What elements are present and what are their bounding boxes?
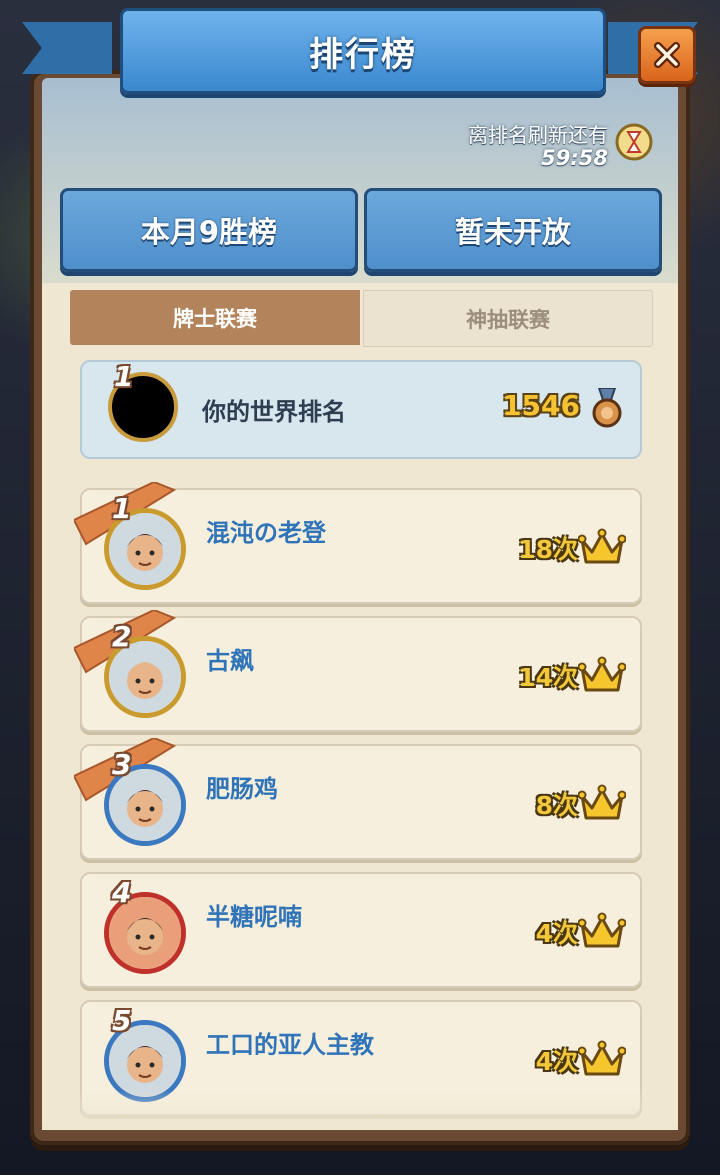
tab-paishi-league[interactable]: 牌士联赛 (70, 290, 360, 345)
player-name: 古飙 (206, 647, 254, 675)
player-name: 工口的亚人主教 (206, 1031, 374, 1059)
my-score: 1546 (502, 389, 580, 422)
not-yet-open-button[interactable]: 暂未开放 (364, 188, 662, 272)
refresh-countdown: 59:58 (541, 146, 608, 170)
medal-icon (592, 388, 622, 428)
hourglass-clock-icon (615, 123, 653, 161)
crown-icon (578, 784, 626, 820)
close-button[interactable] (638, 26, 696, 84)
my-rank-number: 1 (114, 360, 134, 393)
page-title: 排行榜 (309, 34, 417, 75)
rank-number: 2 (112, 620, 132, 653)
leaderboard-row[interactable]: 1 混沌の老登 18次 (74, 482, 642, 604)
rank-number: 5 (112, 1004, 132, 1037)
rank-number: 3 (112, 748, 132, 781)
rank-number: 4 (112, 876, 132, 909)
list-fade (42, 1090, 678, 1130)
close-icon (654, 42, 680, 68)
my-rank-label: 你的世界排名 (202, 398, 346, 426)
crown-icon (578, 528, 626, 564)
win-count: 18次 (518, 535, 578, 564)
crown-icon (578, 1040, 626, 1076)
win-count: 4次 (535, 919, 578, 948)
monthly-9-win-board-button[interactable]: 本月9胜榜 (60, 188, 358, 272)
rank-number: 1 (112, 492, 132, 525)
crown-icon (578, 912, 626, 948)
player-name: 肥肠鸡 (206, 775, 278, 803)
refresh-label: 离排名刷新还有 (468, 123, 608, 147)
win-count: 4次 (535, 1047, 578, 1076)
leaderboard-row[interactable]: 3 肥肠鸡 8次 (74, 738, 642, 860)
leaderboard-row[interactable]: 4 半糖呢喃 4次 (80, 872, 642, 988)
leaderboard-row[interactable]: 2 古飙 14次 (74, 610, 642, 732)
player-name: 混沌の老登 (206, 519, 326, 547)
tab-shenchou-league[interactable]: 神抽联赛 (363, 290, 653, 347)
win-count: 8次 (535, 791, 578, 820)
player-name: 半糖呢喃 (206, 903, 302, 931)
crown-icon (578, 656, 626, 692)
win-count: 14次 (518, 663, 578, 692)
